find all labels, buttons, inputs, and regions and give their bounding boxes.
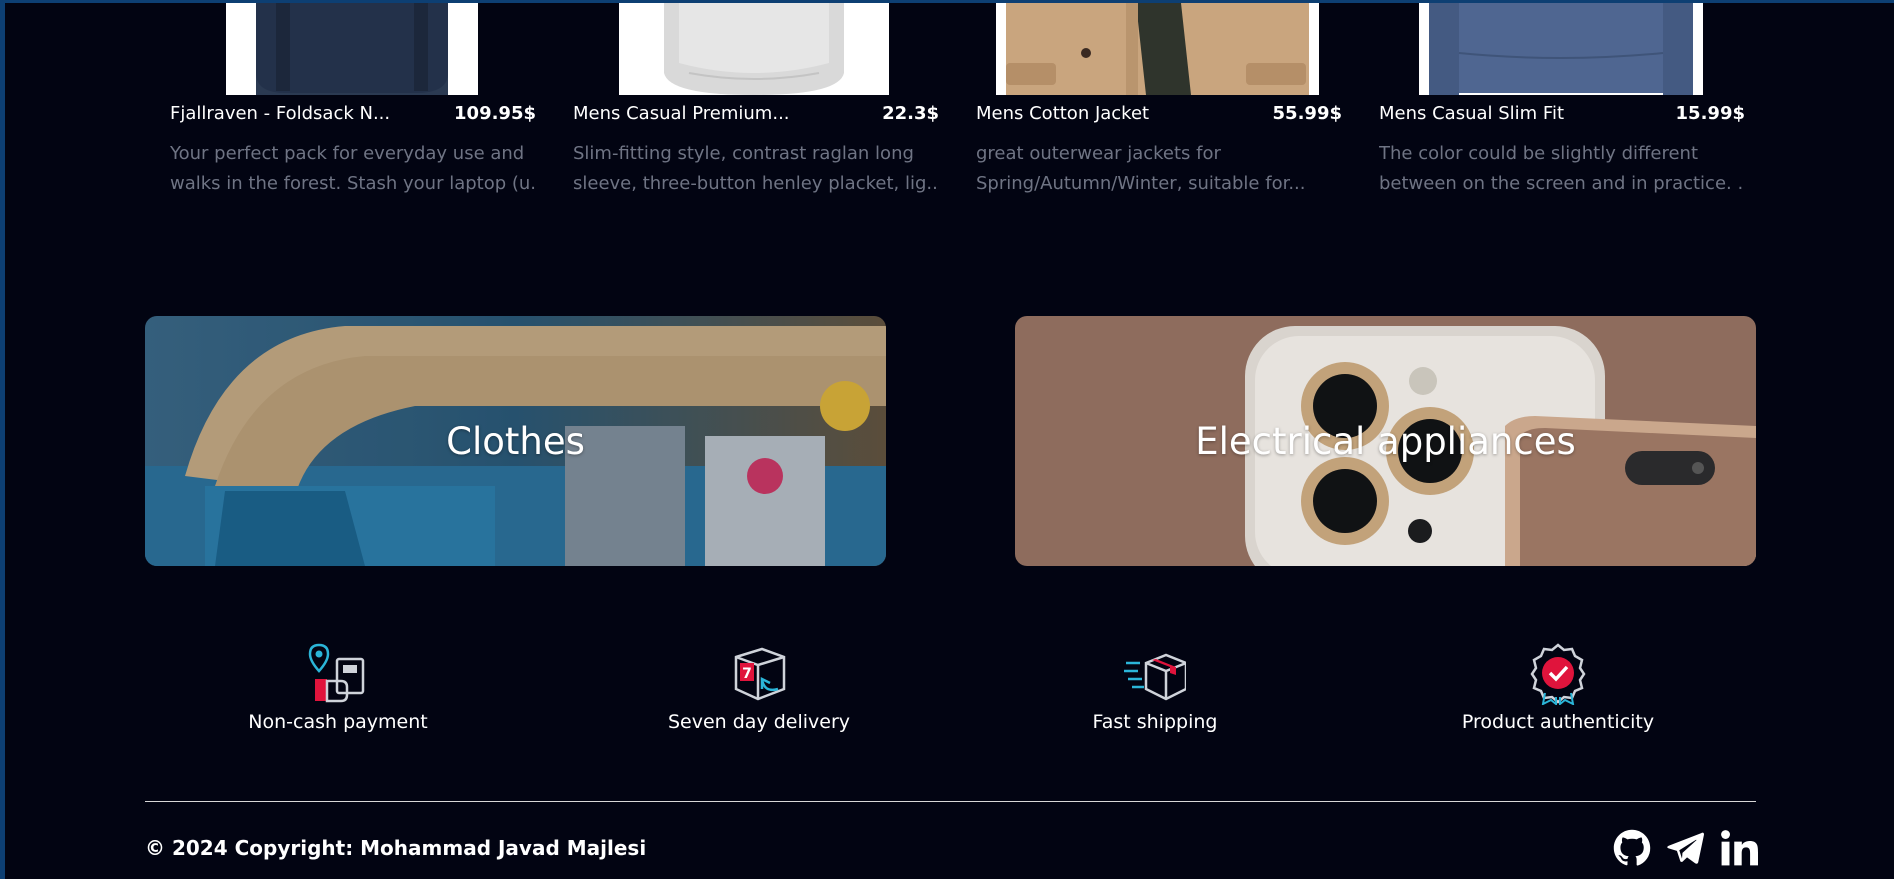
feature-label: Fast shipping	[1092, 711, 1218, 733]
product-description: The color could be slightly different be…	[1379, 143, 1745, 194]
telegram-icon[interactable]	[1666, 829, 1704, 867]
product-title[interactable]: Fjallraven - Foldsack N...	[170, 103, 390, 124]
feature-non-cash-payment: Non-cash payment	[178, 643, 498, 733]
feature-fast-shipping: Fast shipping	[995, 643, 1315, 733]
feature-seven-day-delivery: 7 Seven day delivery	[599, 643, 919, 733]
product-description: Slim-fitting style, contrast raglan long…	[573, 143, 939, 194]
product-price: 109.95$	[454, 103, 536, 124]
product-title[interactable]: Mens Casual Premium...	[573, 103, 790, 124]
seven-day-box-icon: 7	[734, 647, 786, 701]
product-card[interactable]: Mens Casual Premium... 22.3$ Slim-fittin…	[573, 3, 939, 203]
github-icon[interactable]	[1613, 829, 1651, 867]
product-image[interactable]	[619, 3, 889, 95]
footer-divider	[145, 801, 1756, 802]
product-image[interactable]	[1419, 3, 1703, 95]
category-label[interactable]: Clothes	[145, 316, 886, 566]
product-list: Fjallraven - Foldsack N... 109.95$ Your …	[165, 3, 1755, 203]
feature-product-authenticity: Product authenticity	[1398, 643, 1718, 733]
linkedin-icon[interactable]	[1720, 829, 1758, 867]
fast-shipping-box-icon	[1124, 653, 1186, 701]
feature-label: Seven day delivery	[667, 711, 851, 733]
product-price: 55.99$	[1272, 103, 1342, 124]
product-card[interactable]: Mens Cotton Jacket 55.99$ great outerwea…	[976, 3, 1342, 203]
product-card[interactable]: Fjallraven - Foldsack N... 109.95$ Your …	[170, 3, 536, 203]
feature-label: Product authenticity	[1461, 711, 1655, 733]
product-price: 15.99$	[1675, 103, 1745, 124]
page: Fjallraven - Foldsack N... 109.95$ Your …	[5, 3, 1894, 879]
product-title[interactable]: Mens Cotton Jacket	[976, 103, 1149, 124]
payment-icon	[308, 643, 365, 703]
product-card[interactable]: Mens Casual Slim Fit 15.99$ The color co…	[1379, 3, 1745, 203]
product-image[interactable]	[996, 3, 1319, 95]
category-banner-clothes[interactable]: Clothes	[145, 316, 886, 566]
category-banner-electrical-appliances[interactable]: Electrical appliances	[1015, 316, 1756, 566]
product-price: 22.3$	[882, 103, 939, 124]
feature-label: Non-cash payment	[248, 711, 428, 733]
authenticity-badge-icon	[1530, 643, 1586, 705]
copyright-text: © 2024 Copyright: Mohammad Javad Majlesi	[145, 836, 647, 860]
product-description: Your perfect pack for everyday use and w…	[170, 143, 536, 194]
product-image[interactable]	[226, 3, 478, 95]
category-label[interactable]: Electrical appliances	[1015, 316, 1756, 566]
svg-text:7: 7	[742, 666, 752, 682]
product-description: great outerwear jackets for Spring/Autum…	[976, 143, 1306, 194]
product-title[interactable]: Mens Casual Slim Fit	[1379, 103, 1564, 124]
